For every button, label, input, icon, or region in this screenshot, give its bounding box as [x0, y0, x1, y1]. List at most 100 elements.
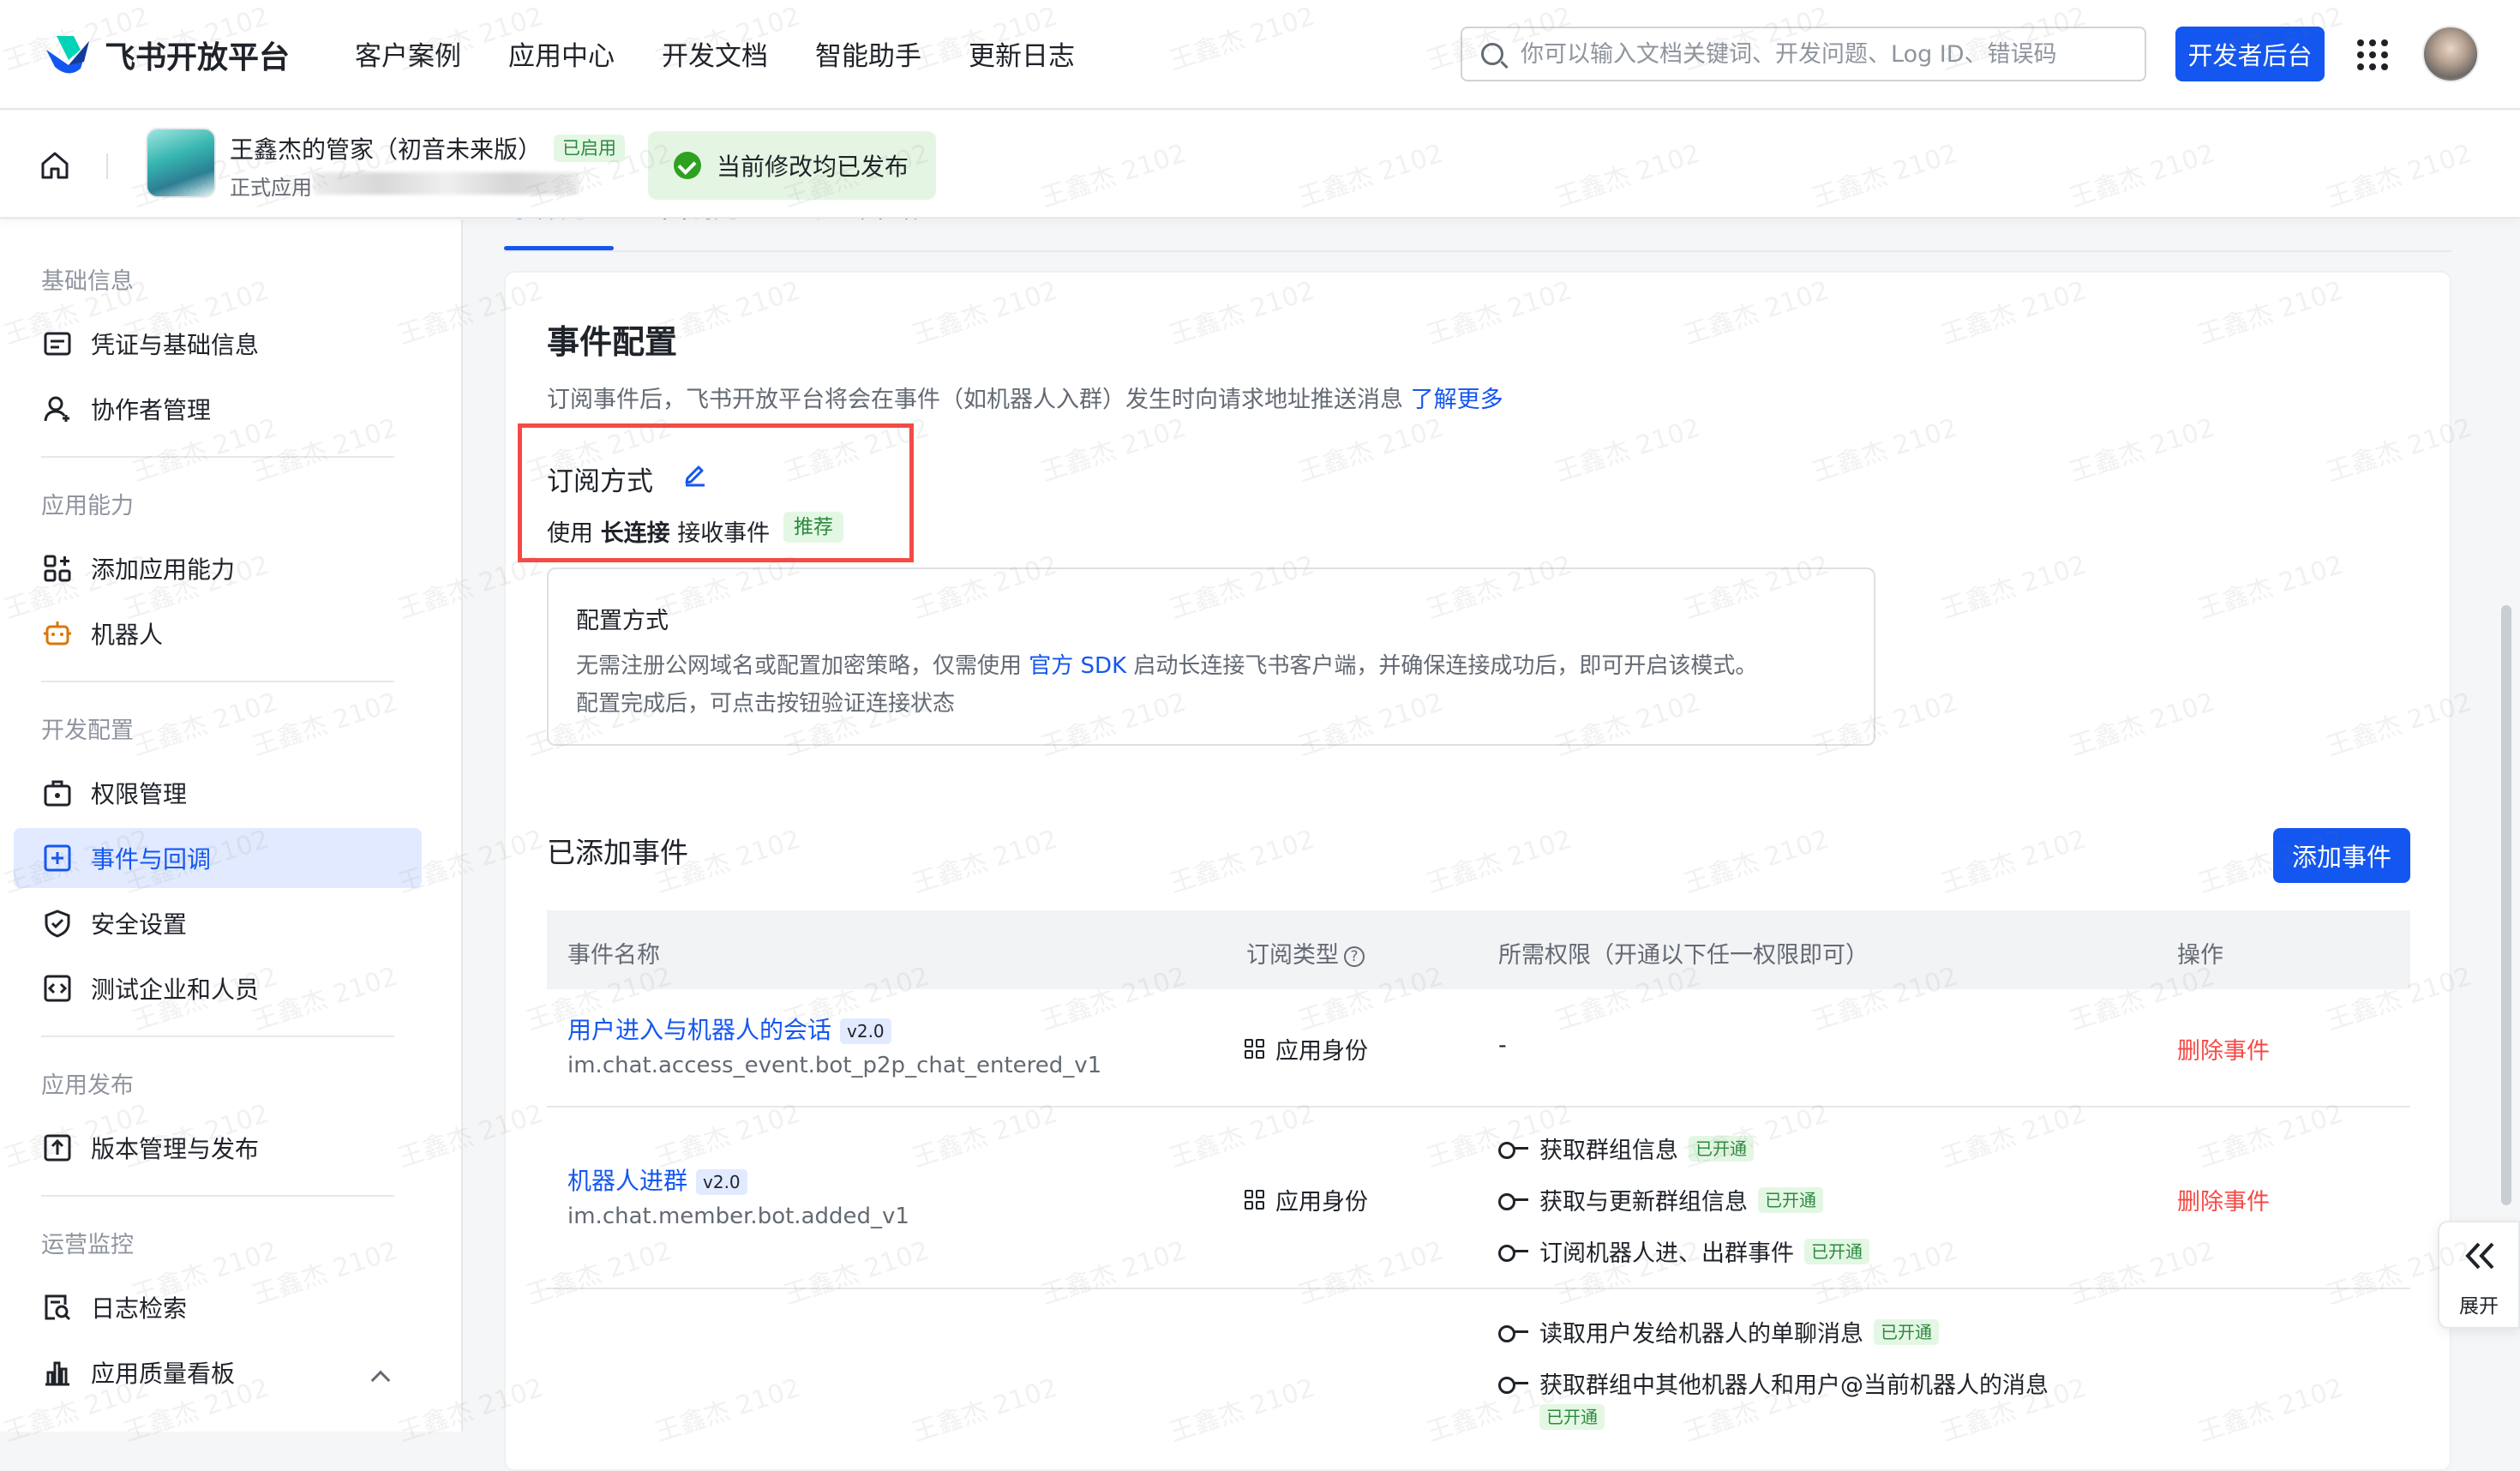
nav-item-docs[interactable]: 开发文档 [662, 34, 768, 73]
delete-event-button[interactable]: 删除事件 [2177, 1183, 2270, 1216]
subscribe-mode-value: 使用 长连接 接收事件 [547, 514, 770, 548]
event-name-link[interactable]: 用户进入与机器人的会话 v2.0 [567, 1012, 891, 1046]
long-connection-label: 长连接 [600, 520, 670, 547]
event-name: 用户进入与机器人的会话 [567, 1016, 832, 1044]
apps-grid-icon[interactable] [2357, 39, 2388, 70]
learn-more-link[interactable]: 了解更多 [1411, 387, 1503, 413]
home-icon[interactable] [38, 148, 72, 183]
sidebar-item-label: 机器人 [91, 621, 164, 649]
permission-label: 获取群组中其他机器人和用户@当前机器人的消息 [1539, 1372, 2049, 1399]
sidebar-item-events-callbacks[interactable]: 事件与回调 [14, 828, 422, 888]
config-title: 配置方式 [576, 608, 669, 634]
delete-event-button[interactable]: 删除事件 [2177, 1032, 2270, 1066]
permission-status-badge: 已开通 [1539, 1404, 1605, 1430]
key-icon [1498, 1191, 1531, 1210]
permission-item: 读取用户发给机器人的单聊消息 已开通 [1498, 1315, 1939, 1348]
nav-item-changelog[interactable]: 更新日志 [969, 34, 1075, 73]
search-box[interactable] [1461, 27, 2146, 81]
sidebar-section-title: 运营监控 [41, 1232, 134, 1258]
sidebar-item-label: 安全设置 [91, 910, 188, 939]
sidebar-item-credentials[interactable]: 凭证与基础信息 [14, 314, 422, 374]
official-sdk-link[interactable]: 官方 SDK [1029, 653, 1126, 679]
col-subscribe-type: 订阅类型? [1246, 936, 1365, 970]
help-icon[interactable]: ? [1344, 946, 1365, 967]
sidebar-item-versions[interactable]: 版本管理与发布 [14, 1118, 422, 1178]
feishu-logo-icon [43, 31, 93, 79]
subscribe-type-label: 应用身份 [1275, 1038, 1368, 1065]
config-line-1: 无需注册公网域名或配置加密策略，仅需使用 官方 SDK 启动长连接飞书客户端，并… [576, 648, 1757, 680]
sidebar-item-label: 事件与回调 [91, 845, 212, 874]
sidebar-divider [41, 456, 394, 458]
permission-item: 获取与更新群组信息 已开通 [1498, 1183, 1823, 1216]
key-icon [1498, 1139, 1531, 1159]
robot-icon [44, 621, 71, 645]
event-code: im.chat.member.bot.added_v1 [567, 1204, 909, 1229]
key-icon [1498, 1242, 1531, 1262]
scrollbar[interactable] [2501, 605, 2511, 1205]
permission-label: 获取群组信息 [1539, 1138, 1678, 1164]
edit-icon[interactable] [682, 461, 708, 487]
user-avatar[interactable] [2422, 26, 2479, 82]
version-badge: v2.0 [840, 1018, 891, 1044]
sidebar-item-permissions[interactable]: 权限管理 [14, 763, 422, 823]
app-name: 王鑫杰的管家（初音未来版） [230, 135, 543, 164]
section-description: 订阅事件后，飞书开放平台将会在事件（如机器人入群）发生时向请求地址推送消息 了解… [547, 381, 1503, 414]
col-subscribe-type-label: 订阅类型 [1246, 942, 1339, 969]
sidebar-item-test-users[interactable]: 测试企业和人员 [14, 958, 422, 1018]
sidebar-item-robot[interactable]: 机器人 [14, 603, 422, 663]
sidebar-section-title: 开发配置 [41, 717, 134, 744]
permission-status-badge: 已开通 [1689, 1135, 1754, 1162]
permission-status-badge: 已开通 [1758, 1186, 1823, 1213]
permission-label: 获取与更新群组信息 [1539, 1189, 1748, 1216]
permission-label: 订阅机器人进、出群事件 [1539, 1240, 1794, 1267]
sidebar-item-add-capability[interactable]: 添加应用能力 [14, 538, 422, 598]
logo[interactable]: 飞书开放平台 [43, 31, 290, 79]
app-identity-icon [1245, 1189, 1265, 1210]
sidebar-item-label: 协作者管理 [91, 396, 212, 424]
event-name: 机器人进群 [567, 1167, 688, 1195]
version-badge: v2.0 [696, 1169, 747, 1195]
expand-panel-button[interactable]: 展开 [2438, 1221, 2520, 1329]
user-icon [44, 396, 69, 422]
config-text: 启动长连接飞书客户端，并确保连接成功后，即可开启该模式。 [1133, 653, 1758, 679]
permission-empty: - [1498, 1032, 1507, 1059]
sidebar-item-security[interactable]: 安全设置 [14, 893, 422, 953]
row-divider [547, 1288, 2410, 1289]
sidebar-item-collaborators[interactable]: 协作者管理 [14, 379, 422, 439]
sidebar-divider [41, 681, 394, 682]
publish-toast: 当前修改均已发布 [648, 131, 936, 200]
code-icon [44, 975, 71, 1002]
header-divider [106, 153, 108, 179]
row-divider [547, 1106, 2410, 1108]
sidebar-item-log-search[interactable]: 日志检索 [14, 1277, 422, 1337]
app-identity-icon [1245, 1038, 1265, 1060]
subscribe-type: 应用身份 [1245, 1183, 1368, 1216]
sidebar-item-label: 版本管理与发布 [91, 1135, 260, 1163]
developer-console-button[interactable]: 开发者后台 [2175, 27, 2325, 81]
subscribe-type: 应用身份 [1245, 1032, 1368, 1066]
event-name-link[interactable]: 机器人进群 v2.0 [567, 1162, 747, 1197]
event-code: im.chat.access_event.bot_p2p_chat_entere… [567, 1053, 1102, 1078]
success-check-icon [674, 152, 701, 179]
nav-item-cases[interactable]: 客户案例 [355, 34, 461, 73]
search-input[interactable] [1519, 39, 2145, 69]
double-chevron-left-icon [2465, 1242, 2494, 1270]
sidebar-item-quality-dashboard[interactable]: 应用质量看板 [14, 1342, 422, 1402]
permission-status-badge: 已开通 [1804, 1238, 1869, 1264]
nav-item-app-center[interactable]: 应用中心 [508, 34, 615, 73]
col-permissions: 所需权限（开通以下任一权限即可） [1498, 942, 1869, 969]
permission-status-badge: 已开通 [1874, 1318, 1939, 1345]
permission-item: 获取群组信息 已开通 [1498, 1132, 1754, 1165]
expand-label: 展开 [2459, 1295, 2499, 1318]
nav-item-assistant[interactable]: 智能助手 [815, 34, 921, 73]
config-line-2: 配置完成后，可点击按钮验证连接状态 [576, 691, 956, 717]
search-icon [1481, 43, 1503, 65]
status-badge: 已启用 [554, 135, 625, 162]
tab-underline [504, 246, 614, 250]
briefcase-icon [44, 780, 71, 807]
sidebar-item-label: 添加应用能力 [91, 555, 236, 584]
nav-menu: 客户案例 应用中心 开发文档 智能助手 更新日志 [355, 34, 1122, 73]
permission-item: 获取群组中其他机器人和用户@当前机器人的消息 [1498, 1366, 2049, 1400]
sidebar: 基础信息 凭证与基础信息 协作者管理 应用能力 添加应用能力 机器人 开发配置 … [0, 219, 463, 1432]
add-event-button[interactable]: 添加事件 [2273, 828, 2410, 883]
